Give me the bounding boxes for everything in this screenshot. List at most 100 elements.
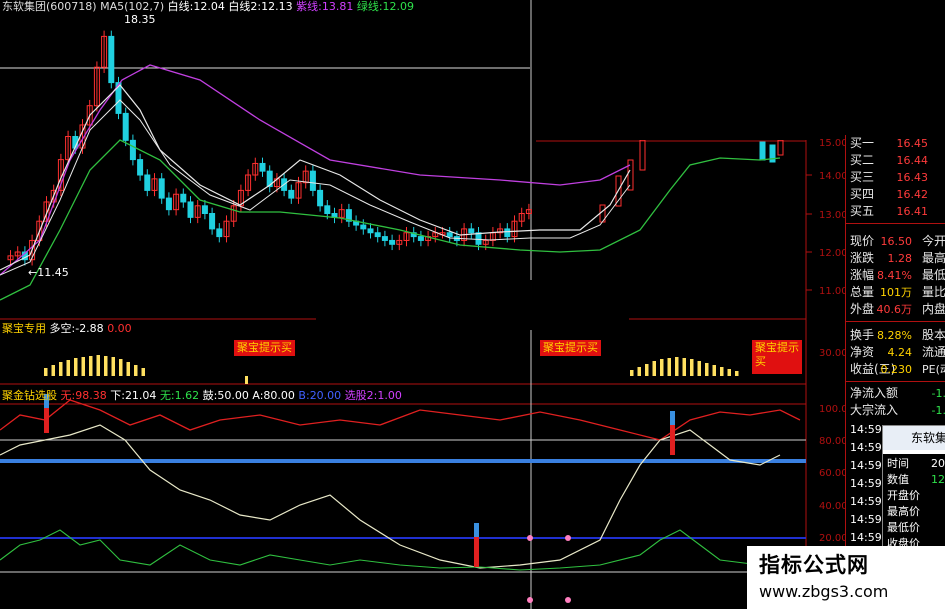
stat-label2-2: 最高 xyxy=(922,251,945,265)
candle-body xyxy=(759,141,766,161)
ind1-bar xyxy=(645,364,649,376)
ind1-bar xyxy=(652,361,656,376)
ind2-signal-bar xyxy=(474,537,479,567)
bid-row-4: 买四 16.42 xyxy=(846,186,945,203)
candle-body xyxy=(324,205,331,215)
stat-value-2: 1.28 xyxy=(887,252,913,265)
candle-body xyxy=(137,159,144,176)
bid-price-3: 16.43 xyxy=(896,171,929,184)
ind1-bar xyxy=(59,362,63,376)
ind2-item-0-value: 98.38 xyxy=(75,389,107,402)
bid-label-4: 买四 xyxy=(850,187,875,201)
ind2-diamond-marker xyxy=(565,597,571,603)
candle-body xyxy=(288,189,295,199)
ind1-bar xyxy=(630,370,634,376)
stat-label-1: 现价 xyxy=(850,234,875,248)
candle-body xyxy=(144,174,151,191)
header-item-2-label: 紫线: xyxy=(296,0,322,13)
ind2-signal-cap xyxy=(670,411,675,425)
ind2-item-5-label: B: xyxy=(298,389,310,402)
ind1-bar xyxy=(119,359,123,376)
ind1-bar xyxy=(111,357,115,376)
stat-label-4: 总量 xyxy=(850,285,875,299)
candle-body xyxy=(504,228,511,238)
ind1-bar xyxy=(660,359,664,376)
header-item-3-label: 绿线: xyxy=(356,0,383,13)
ind1-bar xyxy=(727,369,731,376)
buy-hint-marker-3[interactable]: 聚宝提示买 xyxy=(752,340,802,374)
ind2-red-line xyxy=(0,399,801,441)
ind2-item-6-value: 1.00 xyxy=(377,389,402,402)
tick-time-3: 14:59 xyxy=(850,477,882,490)
indicator1-header: 聚宝专用 多空:-2.88 0.00 xyxy=(2,322,132,335)
tick-time-4: 14:59 xyxy=(850,495,882,508)
tick-time-5: 14:59 xyxy=(850,513,882,526)
bid-label-3: 买三 xyxy=(850,170,875,184)
ind1-bar xyxy=(51,365,55,376)
ind2-item-2-value: 1.62 xyxy=(174,389,200,402)
stat-row-4: 总量 101万 量比 xyxy=(846,284,945,301)
stat-value-8: 0.230 xyxy=(880,363,913,376)
ind1-bar xyxy=(720,367,724,376)
ma-setting: MA5(102,7) xyxy=(100,0,165,13)
stat-row-8: 收益(三) 0.230 PE(动) xyxy=(846,361,945,378)
stat-label2-7: 流通 xyxy=(922,345,945,359)
watermark-box: 指标公式网 www.zbgs3.com xyxy=(747,546,945,609)
stat-value-4: 101万 xyxy=(880,286,912,299)
candle-body xyxy=(777,139,784,156)
stat-label-3: 涨幅 xyxy=(850,268,875,282)
popup-row-2-label: 开盘价 xyxy=(887,489,920,502)
popup-row-0-label: 时间 xyxy=(887,457,909,470)
stat-value-6: 8.28% xyxy=(877,329,912,342)
bid-row-5: 买五 16.41 xyxy=(846,203,945,220)
buy-hint-marker-2[interactable]: 聚宝提示买 xyxy=(540,340,601,356)
ind2-item-6-label: 选股2: xyxy=(344,389,378,402)
tick-time-1: 14:59 xyxy=(850,441,882,454)
bid-price-2: 16.44 xyxy=(896,154,929,167)
candle-body xyxy=(367,228,374,234)
ind1-bar xyxy=(89,356,93,376)
stat-row-3: 涨幅 8.41% 最低 xyxy=(846,267,945,284)
buy-hint-label-2: 聚宝提示买 xyxy=(543,341,598,354)
tick-time-6: 14:59 xyxy=(850,531,882,544)
stat-row-6: 换手 8.28% 股本 xyxy=(846,327,945,344)
ind2-item-0-label: 无: xyxy=(60,389,76,402)
stat-value-3: 8.41% xyxy=(877,269,912,282)
stat-label2-3: 最低 xyxy=(922,268,945,282)
stat-label2-6: 股本 xyxy=(922,328,945,342)
popup-row-1-label: 数值 xyxy=(887,473,909,486)
flow-row-1: 净流入额 -1. xyxy=(846,385,945,402)
chart-occluded-region xyxy=(533,0,811,140)
quote-divider-2 xyxy=(846,321,945,322)
stat-label-2: 涨跌 xyxy=(850,251,875,265)
candle-body xyxy=(475,232,482,245)
ind2-green-line xyxy=(0,529,781,571)
flow-value-2: -1. xyxy=(931,404,945,417)
watermark-url: www.zbgs3.com xyxy=(759,582,889,601)
quote-divider-3 xyxy=(846,381,945,382)
ind2-white-line xyxy=(0,424,781,569)
candle-body xyxy=(468,228,475,234)
candle-body xyxy=(446,232,453,238)
buy-hint-label-1: 聚宝提示买 xyxy=(237,341,292,354)
ind1-bar xyxy=(690,359,694,376)
buy-hint-label-3: 聚宝提示买 xyxy=(755,341,799,368)
ind2-item-2-label: 无: xyxy=(159,389,175,402)
bid-price-4: 16.42 xyxy=(896,188,929,201)
ind2-axis-2: 60.00 xyxy=(819,468,848,479)
popup-row-3-label: 最高价 xyxy=(887,505,920,518)
header-item-3-value: 12.09 xyxy=(382,0,415,13)
stat-row-2: 涨跌 1.28 最高 xyxy=(846,250,945,267)
candle-body xyxy=(165,197,172,211)
stat-label-6: 换手 xyxy=(850,328,875,342)
ind1-bar xyxy=(705,363,709,376)
stat-label2-4: 量比 xyxy=(922,285,945,299)
ind2-diamond-marker xyxy=(565,535,571,541)
main-header: 东软集团(600718) MA5(102,7) 白线:12.04 白线2:12.… xyxy=(2,0,414,13)
buy-hint-marker-1[interactable]: 聚宝提示买 xyxy=(234,340,295,356)
ind1-bar xyxy=(104,356,108,376)
header-item-1-label: 白线2: xyxy=(228,0,262,13)
stock-chart-window: { "main_chart": { "header_title": "东软集团(… xyxy=(0,0,945,609)
ind1-bar xyxy=(74,358,78,376)
indicator1-axis: 30.00 xyxy=(819,348,848,359)
